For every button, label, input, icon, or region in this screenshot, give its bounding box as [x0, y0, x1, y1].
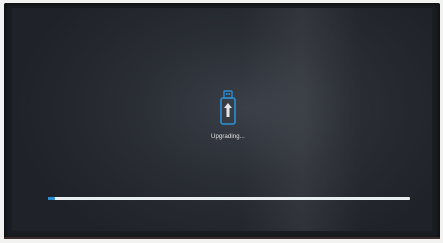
tv-bottom-edge — [4, 237, 440, 239]
tv-screen: Upgrading... — [12, 8, 432, 231]
upgrade-progress-bar — [48, 197, 410, 200]
usb-drive-upgrade-icon — [220, 90, 236, 125]
upgrade-status-text: Upgrading... — [211, 134, 245, 140]
upgrade-progress-fill — [48, 197, 56, 200]
